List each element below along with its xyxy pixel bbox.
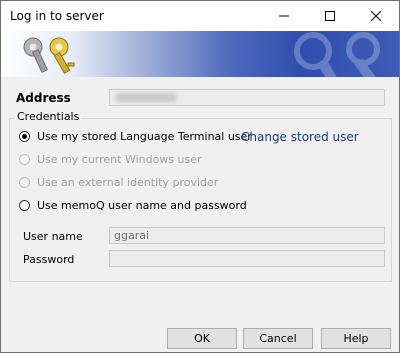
radio-button — [19, 154, 30, 165]
watermark-keys-icon — [294, 32, 380, 77]
username-field[interactable]: ggarai — [109, 227, 385, 244]
radio-windows-user: Use my current Windows user — [19, 153, 202, 166]
radio-external-identity: Use an external identity provider — [19, 176, 218, 189]
radio-button — [19, 177, 30, 188]
header-banner — [1, 31, 399, 77]
help-button[interactable]: Help — [321, 328, 391, 349]
close-icon — [371, 11, 381, 21]
change-stored-user-link[interactable]: Change stored user — [241, 130, 359, 144]
title-bar: Log in to server — [1, 1, 399, 31]
keys-icon — [23, 37, 75, 74]
radio-label: Use memoQ user name and password — [37, 199, 247, 212]
username-label: User name — [23, 230, 83, 243]
maximize-button[interactable] — [307, 1, 353, 31]
radio-stored-language-terminal[interactable]: Use my stored Language Terminal user — [19, 130, 252, 143]
credentials-group-label: Credentials — [15, 110, 82, 123]
radio-button[interactable] — [19, 200, 30, 211]
login-dialog: Log in to server Address Credentials Use… — [0, 0, 400, 353]
radio-label: Use my current Windows user — [37, 153, 202, 166]
radio-memoq-user[interactable]: Use memoQ user name and password — [19, 199, 247, 212]
minimize-button[interactable] — [261, 1, 307, 31]
ok-button[interactable]: OK — [167, 328, 237, 349]
close-button[interactable] — [353, 1, 399, 31]
password-label: Password — [23, 253, 75, 266]
password-field[interactable] — [109, 250, 385, 267]
address-field[interactable] — [109, 89, 385, 106]
address-label: Address — [16, 91, 71, 105]
radio-button[interactable] — [19, 131, 30, 142]
radio-label: Use an external identity provider — [37, 176, 219, 189]
maximize-icon — [325, 11, 335, 21]
minimize-icon — [279, 15, 289, 17]
address-redacted — [116, 93, 176, 102]
window-title: Log in to server — [10, 9, 104, 23]
radio-label: Use my stored Language Terminal user — [37, 130, 252, 143]
cancel-button[interactable]: Cancel — [243, 328, 313, 349]
